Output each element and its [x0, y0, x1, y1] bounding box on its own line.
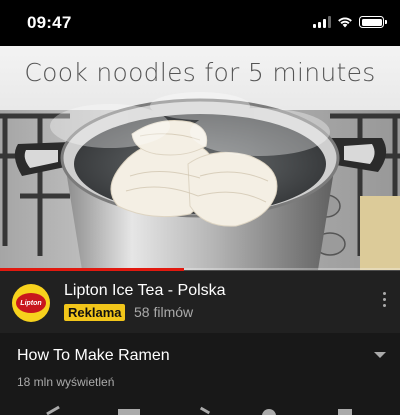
- wifi-icon: [338, 17, 352, 28]
- status-bar: 09:47: [0, 0, 400, 46]
- channel-row: Lipton Lipton Ice Tea - Polska Reklama 5…: [0, 271, 400, 333]
- channel-avatar[interactable]: Lipton: [12, 284, 50, 322]
- video-player[interactable]: Cook noodles for 5 minutes: [0, 46, 400, 270]
- status-time: 09:47: [27, 13, 72, 32]
- status-icons: [313, 16, 387, 28]
- action-row: [0, 405, 400, 415]
- video-details: How To Make Ramen 18 mln wyświetleń: [0, 333, 400, 415]
- channel-name[interactable]: Lipton Ice Tea - Polska: [64, 282, 226, 300]
- battery-icon: [359, 16, 387, 28]
- cellular-signal-icon: [313, 16, 331, 28]
- view-count: 18 mln wyświetleń: [17, 375, 115, 389]
- video-title[interactable]: How To Make Ramen: [17, 347, 170, 365]
- like-icon[interactable]: [46, 405, 60, 415]
- save-icon[interactable]: [338, 409, 352, 415]
- video-caption: Cook noodles for 5 minutes: [24, 58, 376, 87]
- share-icon[interactable]: [199, 406, 211, 415]
- channel-logo: Lipton: [16, 293, 46, 313]
- download-icon[interactable]: [262, 409, 276, 415]
- dislike-icon[interactable]: [118, 409, 140, 415]
- channel-video-count: 58 filmów: [134, 304, 194, 320]
- more-options-icon[interactable]: [383, 292, 386, 307]
- battery-level: [361, 18, 382, 26]
- ad-badge: Reklama: [64, 304, 126, 321]
- expand-description-icon[interactable]: [374, 352, 386, 358]
